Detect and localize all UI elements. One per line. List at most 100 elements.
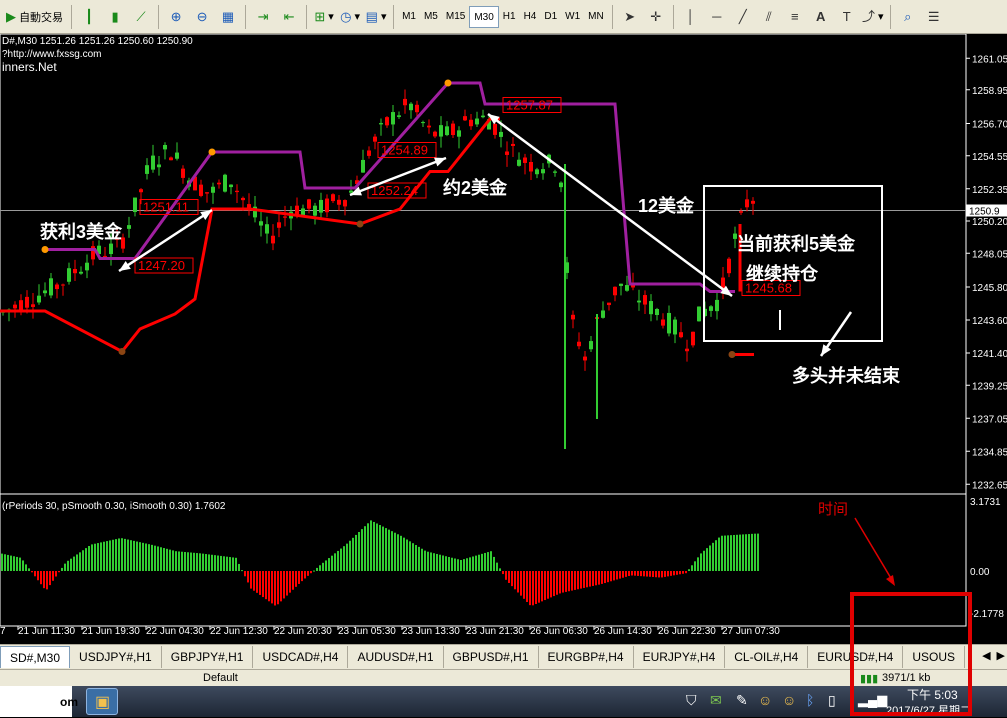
channel-button[interactable]: ⫽ bbox=[757, 5, 781, 29]
indicator-bar bbox=[508, 571, 510, 583]
timeframe-m30[interactable]: M30 bbox=[469, 5, 499, 28]
indicator-bar bbox=[76, 554, 78, 571]
indicator-bar bbox=[166, 548, 168, 571]
indicator-bar bbox=[478, 554, 480, 571]
zoom-in-icon: ⊕ bbox=[170, 9, 182, 24]
indicator-bar bbox=[754, 533, 756, 571]
level-label: 1254.89 bbox=[381, 143, 428, 158]
symbol-tab[interactable]: USDJPY#,H1 bbox=[70, 646, 162, 668]
indicator-bar bbox=[493, 556, 495, 571]
clock-icon: ◷ bbox=[340, 9, 352, 24]
timeframe-m15[interactable]: M15 bbox=[442, 6, 469, 28]
horizontal-line-button[interactable]: ─ bbox=[705, 5, 729, 29]
indicator-bar bbox=[502, 571, 504, 575]
indicator-bar bbox=[361, 529, 363, 571]
fibonacci-button[interactable]: ≡ bbox=[783, 5, 807, 29]
profile-name: Default bbox=[203, 672, 238, 684]
indicator-bar bbox=[751, 533, 753, 571]
tile-windows-button[interactable]: ▦ bbox=[216, 5, 240, 29]
symbol-tab[interactable]: GBPJPY#,H1 bbox=[162, 646, 254, 668]
candle-body bbox=[403, 98, 407, 106]
annotation-hold: 继续持仓 bbox=[746, 264, 818, 284]
timeframe-w1[interactable]: W1 bbox=[561, 6, 584, 28]
search-button[interactable]: ⌕ bbox=[896, 5, 920, 29]
indicator-bar bbox=[268, 571, 270, 602]
battery-icon[interactable]: ▯ bbox=[828, 692, 836, 709]
indicator-bar bbox=[64, 563, 66, 571]
indicator-bar bbox=[472, 556, 474, 571]
timeframe-h4[interactable]: H4 bbox=[520, 6, 541, 28]
qq-icon[interactable]: ☺ bbox=[758, 692, 772, 708]
shield-icon[interactable]: ⛉ bbox=[686, 692, 697, 709]
signal-dot bbox=[208, 148, 216, 156]
indicator-bar bbox=[532, 571, 534, 606]
indicator-bar bbox=[454, 558, 456, 571]
zoom-out-button[interactable]: ⊖ bbox=[190, 5, 214, 29]
chart-shift-button[interactable]: ⇤ bbox=[277, 5, 301, 29]
menu-button[interactable]: ☰ bbox=[922, 5, 946, 29]
line-chart-button[interactable]: ⟋ bbox=[129, 5, 153, 29]
candle-body bbox=[163, 144, 167, 150]
timeframe-m1[interactable]: M1 bbox=[398, 6, 420, 28]
taskbar-text: om bbox=[60, 695, 78, 709]
candle-body bbox=[463, 116, 467, 121]
chart-source-url: ?http://www.fxssg.com bbox=[2, 49, 101, 60]
crosshair-icon: ✛ bbox=[650, 9, 662, 24]
symbol-tab[interactable]: GBPUSD#,H1 bbox=[444, 646, 539, 668]
indicator-bar bbox=[145, 543, 147, 571]
candle-chart-button[interactable]: ▮ bbox=[103, 5, 127, 29]
timeframe-m5[interactable]: M5 bbox=[420, 6, 442, 28]
candle-body bbox=[505, 151, 509, 155]
arrows-button[interactable]: ⤴ ▾ bbox=[861, 5, 885, 29]
indicators-button[interactable]: ⊞ ▾ bbox=[312, 5, 336, 29]
templates-button[interactable]: ▤ ▾ bbox=[364, 5, 388, 29]
vertical-line-button[interactable]: │ bbox=[679, 5, 703, 29]
chart-window[interactable]: 1261.05 1258.95 1256.70 1254.55 1252.35 1250.… bbox=[0, 33, 1007, 644]
timeframe-mn[interactable]: MN bbox=[584, 6, 608, 28]
indicator-bar bbox=[343, 546, 345, 571]
indicator-bar bbox=[388, 529, 390, 571]
symbol-tab[interactable]: CL-OIL#,H4 bbox=[725, 646, 809, 668]
indicator-bar bbox=[130, 540, 132, 571]
zoom-in-button[interactable]: ⊕ bbox=[164, 5, 188, 29]
candle-body bbox=[541, 169, 545, 174]
text-button[interactable]: A bbox=[809, 5, 833, 29]
indicator-bar bbox=[223, 556, 225, 571]
periods-button[interactable]: ◷ ▾ bbox=[338, 5, 362, 29]
qq2-icon[interactable]: ☺ bbox=[782, 692, 796, 708]
toolbar-divider bbox=[158, 4, 160, 29]
symbol-tab[interactable]: USDCAD#,H4 bbox=[253, 646, 349, 668]
candle-body bbox=[313, 205, 317, 216]
timeframe-h1[interactable]: H1 bbox=[499, 6, 520, 28]
trendline-button[interactable]: ╱ bbox=[731, 5, 755, 29]
indicator-bar bbox=[175, 551, 177, 571]
label-button[interactable]: T bbox=[835, 5, 859, 29]
indicator-bar bbox=[295, 571, 297, 587]
taskbar-app-button[interactable]: ▣ bbox=[86, 688, 118, 715]
symbol-tab[interactable]: EURJPY#,H4 bbox=[634, 646, 726, 668]
indicator-bar bbox=[43, 571, 45, 589]
wechat-icon[interactable]: ✉ bbox=[710, 692, 722, 709]
tab-scroll-right-icon[interactable]: ▶ bbox=[997, 649, 1005, 662]
time-tick-label: 26 Jun 22:30 bbox=[658, 626, 716, 637]
symbol-tab[interactable]: SD#,M30 bbox=[0, 646, 71, 668]
indicator-bar bbox=[418, 546, 420, 571]
indicator-bar bbox=[730, 535, 732, 571]
symbol-tab[interactable]: EURGBP#,H4 bbox=[539, 646, 634, 668]
tile-windows-icon: ▦ bbox=[221, 9, 235, 24]
timeframe-d1[interactable]: D1 bbox=[540, 6, 561, 28]
cursor-button[interactable]: ➤ bbox=[618, 5, 642, 29]
bluetooth-icon[interactable]: ᛒ bbox=[806, 692, 814, 708]
level-label: 1247.20 bbox=[138, 258, 185, 273]
toolbar-divider bbox=[889, 4, 891, 29]
symbol-tab[interactable]: AUDUSD#,H1 bbox=[348, 646, 444, 668]
tab-scroll-left-icon[interactable]: ◀ bbox=[982, 649, 990, 662]
auto-scroll-button[interactable]: ⇥ bbox=[251, 5, 275, 29]
pen-icon[interactable]: ✎ bbox=[736, 692, 748, 709]
indicator-bar bbox=[442, 555, 444, 571]
indicator-bar bbox=[640, 571, 642, 577]
bar-chart-button[interactable]: ┃ bbox=[77, 5, 101, 29]
crosshair-button[interactable]: ✛ bbox=[644, 5, 668, 29]
autotrade-button[interactable]: ▶ 自動交易 bbox=[3, 5, 66, 29]
indicator-bar bbox=[235, 557, 237, 571]
